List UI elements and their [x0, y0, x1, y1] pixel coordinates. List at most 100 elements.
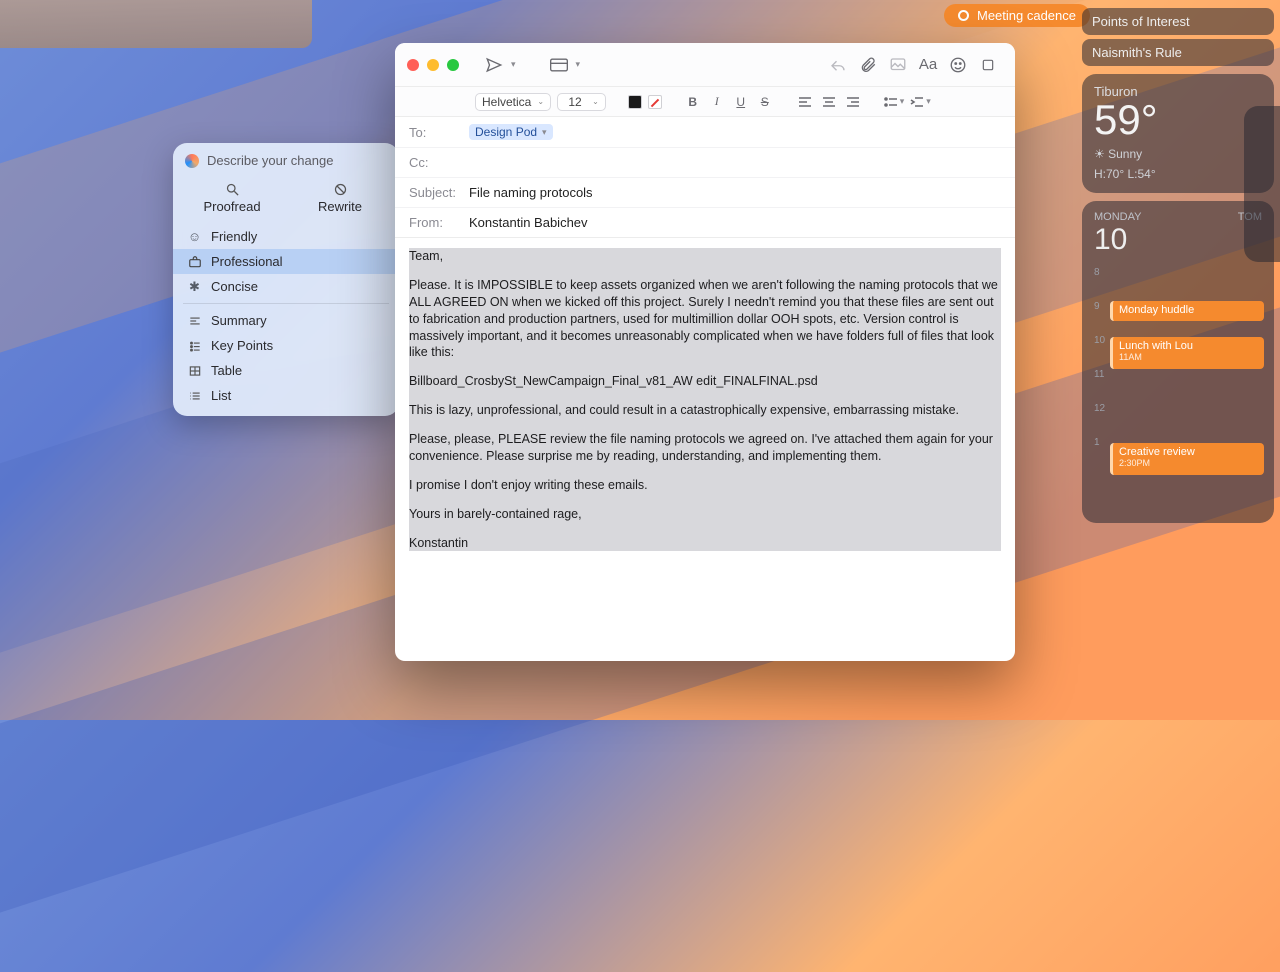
tone-label: Friendly — [211, 229, 257, 244]
subject-row[interactable]: Subject: File naming protocols — [395, 178, 1015, 208]
weather-condition: Sunny — [1108, 147, 1142, 161]
format-bar: Helvetica ⌄ 12 ⌄ B I U S ▾ ▾ — [395, 87, 1015, 117]
from-row[interactable]: From: Konstantin Babichev — [395, 208, 1015, 237]
to-recipient-token[interactable]: Design Pod▾ — [469, 124, 553, 140]
indent-icon — [910, 96, 924, 108]
rewrite-label: Rewrite — [318, 199, 362, 214]
emoji-button[interactable] — [943, 51, 973, 79]
format-table[interactable]: Table — [173, 358, 399, 383]
describe-change-field[interactable]: Describe your change — [185, 153, 387, 168]
calendar-event-time: 2:30PM — [1119, 458, 1258, 468]
align-left-icon — [798, 96, 812, 108]
calendar-event[interactable]: Monday huddle — [1110, 301, 1264, 321]
message-body[interactable]: Team, Please. It is IMPOSSIBLE to keep a… — [395, 238, 1015, 661]
zoom-window-button[interactable] — [447, 59, 459, 71]
paper-plane-icon — [485, 56, 503, 74]
rewrite-icon — [333, 182, 348, 197]
reply-icon — [829, 56, 847, 74]
subject-label: Subject: — [409, 185, 469, 200]
calendar-event-time: 11AM — [1119, 352, 1258, 362]
header-fields: To: Design Pod▾ Cc: Subject: File naming… — [395, 117, 1015, 238]
selected-text: Team, Please. It is IMPOSSIBLE to keep a… — [409, 248, 1001, 551]
calendar-hour: 8 — [1094, 267, 1100, 278]
text-color-swatch[interactable] — [628, 95, 642, 109]
italic-icon: I — [715, 94, 719, 109]
bg-color-swatch[interactable] — [648, 95, 662, 109]
header-fields-button[interactable] — [544, 51, 574, 79]
bullet-list-icon — [884, 96, 898, 108]
tone-friendly[interactable]: ☺ Friendly — [173, 224, 399, 249]
calendar-event-title: Creative review — [1119, 446, 1258, 458]
align-center-button[interactable] — [820, 92, 838, 112]
list-style-button[interactable]: ▾ — [884, 92, 905, 112]
calendar-slots: 8 9 10 11 12 1 Monday huddle Lunch with … — [1082, 263, 1274, 493]
body-paragraph: This is lazy, unprofessional, and could … — [409, 402, 1001, 419]
paperclip-icon — [859, 56, 877, 74]
calendar-event-title: Monday huddle — [1119, 304, 1258, 316]
to-label: To: — [409, 125, 469, 140]
reply-button[interactable] — [823, 51, 853, 79]
calendar-today-label: MONDAY — [1094, 211, 1141, 223]
strike-icon: S — [761, 95, 769, 109]
send-button[interactable] — [479, 51, 509, 79]
calendar-event[interactable]: Lunch with Lou 11AM — [1110, 337, 1264, 369]
font-family-select[interactable]: Helvetica ⌄ — [475, 93, 551, 111]
minimize-window-button[interactable] — [427, 59, 439, 71]
circle-icon — [958, 10, 969, 21]
calendar-hour: 11 — [1094, 369, 1104, 380]
tone-professional[interactable]: Professional — [173, 249, 399, 274]
photo-icon — [889, 56, 907, 74]
tone-label: Concise — [211, 279, 258, 294]
format-label: Summary — [211, 313, 267, 328]
font-size-select[interactable]: 12 ⌄ — [557, 93, 606, 111]
chevron-down-icon[interactable]: ▾ — [576, 59, 581, 70]
format-button[interactable]: Aa — [913, 51, 943, 79]
desktop-widgets: Points of Interest Naismith's Rule Tibur… — [1070, 0, 1280, 531]
align-center-icon — [822, 96, 836, 108]
format-keypoints[interactable]: Key Points — [173, 333, 399, 358]
from-label: From: — [409, 215, 469, 230]
tone-concise[interactable]: ✱ Concise — [173, 274, 399, 299]
rewrite-button[interactable]: Rewrite — [289, 176, 391, 218]
chevron-down-icon[interactable]: ▾ — [511, 59, 516, 70]
overflow-button[interactable] — [973, 51, 1003, 79]
align-left-button[interactable] — [796, 92, 814, 112]
body-paragraph: Konstantin — [409, 536, 468, 550]
body-paragraph: Yours in barely-contained rage, — [409, 506, 1001, 523]
calendar-event[interactable]: Creative review 2:30PM — [1110, 443, 1264, 475]
proofread-button[interactable]: Proofread — [181, 176, 283, 218]
note-item[interactable]: Naismith's Rule — [1082, 39, 1274, 66]
strike-button[interactable]: S — [756, 92, 774, 112]
underline-icon: U — [736, 95, 745, 109]
proofread-label: Proofread — [203, 199, 260, 214]
smile-icon: ☺ — [187, 229, 202, 244]
chevron-down-icon: ▾ — [926, 96, 931, 107]
close-window-button[interactable] — [407, 59, 419, 71]
format-summary[interactable]: Summary — [173, 308, 399, 333]
indent-button[interactable]: ▾ — [910, 92, 931, 112]
to-row[interactable]: To: Design Pod▾ — [395, 117, 1015, 148]
chevron-down-icon: ▾ — [900, 96, 905, 107]
note-item[interactable]: Points of Interest — [1082, 8, 1274, 35]
markup-button[interactable] — [883, 51, 913, 79]
cc-row[interactable]: Cc: — [395, 148, 1015, 178]
format-label: Key Points — [211, 338, 273, 353]
cc-label: Cc: — [409, 155, 469, 170]
format-list[interactable]: List — [173, 383, 399, 408]
underline-button[interactable]: U — [732, 92, 750, 112]
bold-button[interactable]: B — [684, 92, 702, 112]
subject-value: File naming protocols — [469, 185, 593, 200]
align-right-button[interactable] — [844, 92, 862, 112]
reminder-pill[interactable]: Meeting cadence — [944, 4, 1090, 27]
calendar-hour: 12 — [1094, 403, 1105, 414]
to-recipient-name: Design Pod — [475, 125, 537, 139]
overflow-icon — [980, 57, 996, 73]
titlebar[interactable]: ▾ ▾ Aa — [395, 43, 1015, 87]
italic-button[interactable]: I — [708, 92, 726, 112]
calendar-hour: 9 — [1094, 301, 1100, 312]
format-label: List — [211, 388, 231, 403]
clock-widget-partial — [1244, 106, 1280, 262]
attach-button[interactable] — [853, 51, 883, 79]
mail-compose-window: ▾ ▾ Aa Helvetica ⌄ — [395, 43, 1015, 661]
tone-label: Professional — [211, 254, 283, 269]
